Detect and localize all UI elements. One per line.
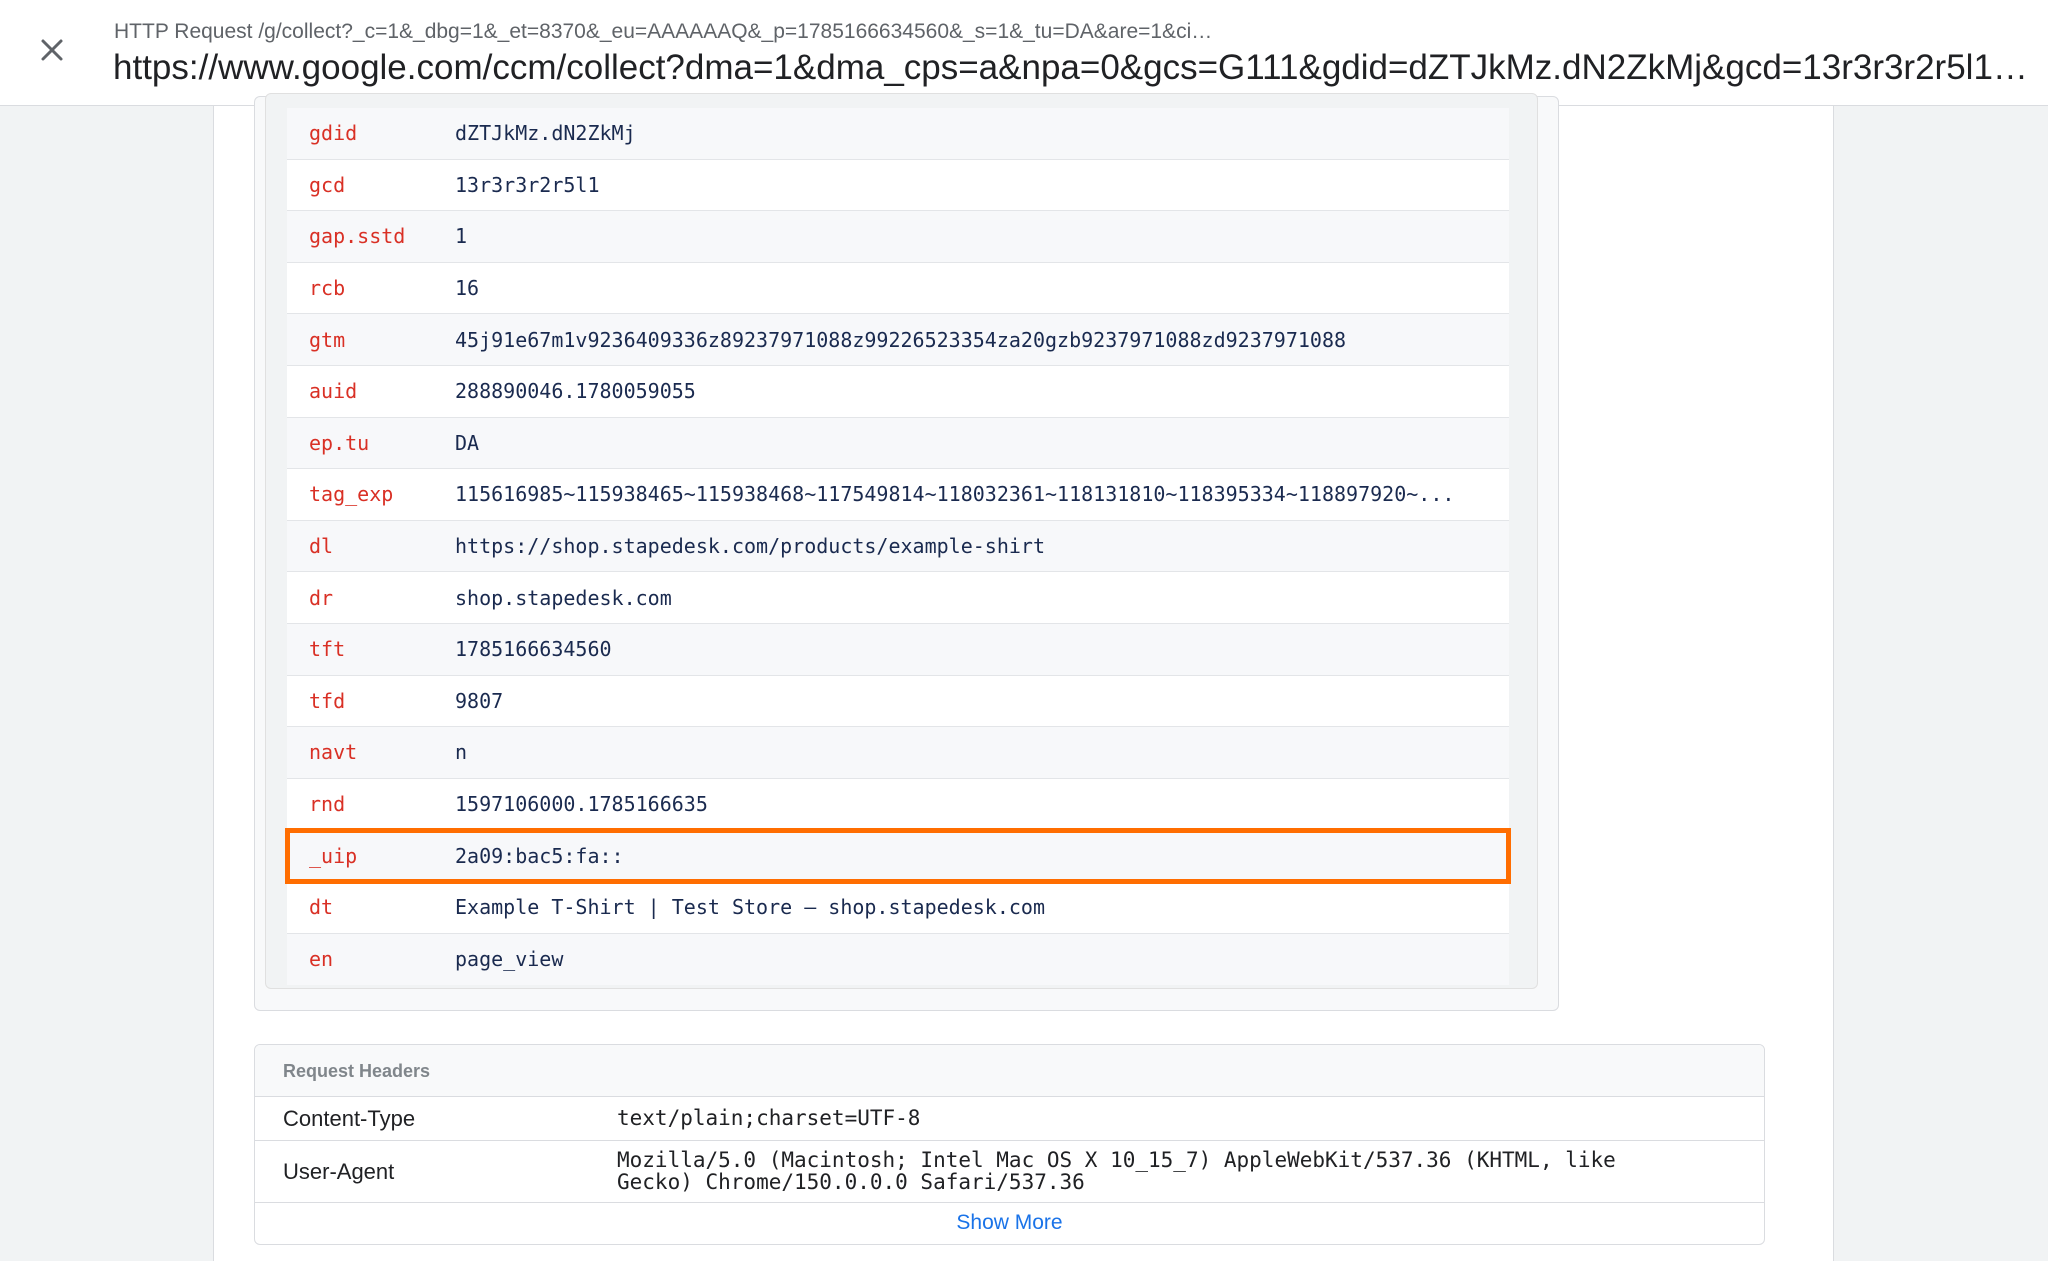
- header-value: text/plain;charset=UTF-8: [617, 1106, 921, 1130]
- param-value: page_view: [455, 947, 564, 972]
- param-value: 45j91e67m1v9236409336z89237971088z992265…: [455, 327, 1347, 352]
- param-value: Example T-Shirt | Test Store – shop.stap…: [455, 895, 1046, 920]
- close-icon[interactable]: [32, 30, 72, 70]
- request-header-bar: HTTP Request /g/collect?_c=1&_dbg=1&_et=…: [0, 0, 2048, 106]
- param-row: navt n: [287, 727, 1509, 779]
- param-value: 9807: [455, 688, 504, 713]
- param-key: navt: [309, 740, 358, 765]
- param-value: https://shop.stapedesk.com/products/exam…: [455, 534, 1046, 559]
- param-value: 13r3r3r2r5l1: [455, 172, 600, 197]
- param-row: tfd 9807: [287, 675, 1509, 728]
- param-row: dr shop.stapedesk.com: [287, 572, 1509, 624]
- param-value: 1: [455, 224, 468, 249]
- param-row: rnd 1597106000.1785166635: [287, 778, 1509, 831]
- request-subtitle: HTTP Request /g/collect?_c=1&_dbg=1&_et=…: [114, 20, 1213, 43]
- param-value: 16: [455, 276, 480, 301]
- header-row-user-agent: User-Agent Mozilla/5.0 (Macintosh; Intel…: [255, 1141, 1764, 1203]
- param-row: auid 288890046.1780059055: [287, 365, 1509, 418]
- query-params-table: gdid dZTJkMz.dN2ZkMj gcd 13r3r3r2r5l1 gap.ss…: [285, 108, 1511, 986]
- header-row-content-type: Content-Type text/plain;charset=UTF-8: [255, 1097, 1764, 1141]
- param-key: _uip: [309, 843, 358, 868]
- details-panel: gdid dZTJkMz.dN2ZkMj gcd 13r3r3r2r5l1 gap.ss…: [213, 93, 1834, 1261]
- param-value: dZTJkMz.dN2ZkMj: [455, 121, 636, 146]
- param-row: gap.sstd 1: [287, 211, 1509, 263]
- param-value: 115616985~115938465~115938468~117549814~…: [455, 482, 1455, 507]
- param-row: tag_exp 115616985~115938465~115938468~117…: [287, 469, 1509, 521]
- param-key: dt: [309, 895, 334, 920]
- param-key: gtm: [309, 327, 346, 352]
- request-headers-card: Request Headers Content-Type text/plain;…: [254, 1044, 1765, 1245]
- param-key: tag_exp: [309, 482, 394, 507]
- show-more-link[interactable]: Show More: [255, 1202, 1764, 1244]
- param-value: 288890046.1780059055: [455, 379, 696, 404]
- param-value: shop.stapedesk.com: [455, 585, 672, 610]
- param-key: dl: [309, 534, 334, 559]
- param-row: tft 1785166634560: [287, 623, 1509, 676]
- header-value: Mozilla/5.0 (Macintosh; Intel Mac OS X 1…: [617, 1148, 1616, 1194]
- param-row: gtm 45j91e67m1v9236409336z89237971088z992…: [287, 314, 1509, 366]
- param-value: n: [455, 740, 468, 765]
- param-row: dl https://shop.stapedesk.com/products/ex…: [287, 520, 1509, 573]
- param-row: gdid dZTJkMz.dN2ZkMj: [287, 108, 1509, 160]
- param-row: dt Example T-Shirt | Test Store – shop.st…: [287, 881, 1509, 934]
- param-key: auid: [309, 379, 358, 404]
- param-key: gcd: [309, 172, 346, 197]
- header-key: User-Agent: [283, 1159, 395, 1184]
- param-row: ep.tu DA: [287, 417, 1509, 470]
- param-value: DA: [455, 430, 480, 455]
- param-value: 2a09:bac5:fa::: [455, 843, 624, 868]
- param-key: ep.tu: [309, 430, 370, 455]
- param-row: en page_view: [287, 933, 1509, 986]
- param-key: en: [309, 947, 334, 972]
- param-key: gap.sstd: [309, 224, 406, 249]
- param-key: tft: [309, 637, 346, 662]
- request-headers-title: Request Headers: [255, 1045, 1764, 1097]
- param-value: 1785166634560: [455, 637, 612, 662]
- param-row-highlighted: _uip 2a09:bac5:fa::: [285, 828, 1511, 884]
- param-key: dr: [309, 585, 334, 610]
- param-key: rcb: [309, 276, 346, 301]
- request-url: https://www.google.com/ccm/collect?dma=1…: [113, 48, 2045, 87]
- param-key: gdid: [309, 121, 358, 146]
- param-row: rcb 16: [287, 262, 1509, 315]
- param-key: tfd: [309, 688, 346, 713]
- param-row: gcd 13r3r3r2r5l1: [287, 159, 1509, 212]
- header-key: Content-Type: [283, 1106, 416, 1131]
- param-key: rnd: [309, 792, 346, 817]
- param-value: 1597106000.1785166635: [455, 792, 708, 817]
